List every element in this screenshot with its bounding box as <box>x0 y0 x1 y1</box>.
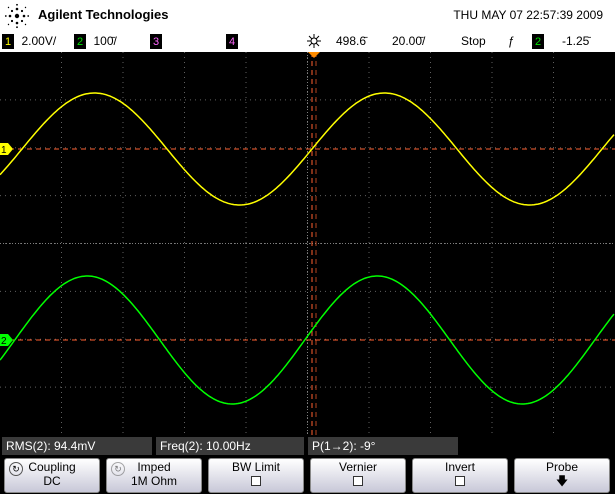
bw-limit-checkbox[interactable] <box>251 476 261 486</box>
ch4-status[interactable]: 4 <box>226 34 239 49</box>
probe-softkey[interactable]: Probe 🡇 <box>514 458 610 493</box>
trigger-position-icon <box>304 32 324 53</box>
bw-limit-softkey[interactable]: BW Limit <box>208 458 304 493</box>
waveform-canvas: 12 <box>0 52 615 435</box>
invert-softkey[interactable]: Invert <box>412 458 508 493</box>
date-time: THU MAY 07 22:57:39 2009 <box>453 8 603 22</box>
ch2-scale: 100̄/ <box>93 34 117 48</box>
impedance-value: 1M Ohm <box>130 474 177 488</box>
ch3-badge: 3 <box>150 34 163 49</box>
brand-name: Agilent Technologies <box>38 7 169 22</box>
time-scale[interactable]: 20.00̄/ <box>392 34 425 48</box>
status-bar: 1 2.00V/ 2 100̄/ 3 4 498.6̄ 20.00̄/ Stop… <box>0 32 615 52</box>
ch2-status[interactable]: 2 100̄/ <box>74 34 117 49</box>
vernier-softkey[interactable]: Vernier <box>310 458 406 493</box>
ch1-status[interactable]: 1 2.00V/ <box>2 34 56 49</box>
softkey-bar: ↻ Coupling DC ↻ Imped 1M Ohm BW Limit Ve… <box>0 457 615 494</box>
phase-measurement: P(1→2): -9° <box>308 437 458 455</box>
submenu-arrow-icon: 🡇 <box>555 474 569 488</box>
run-state[interactable]: Stop <box>461 34 486 48</box>
vernier-label: Vernier <box>338 460 378 474</box>
time-position[interactable]: 498.6̄ <box>336 34 366 48</box>
rotate-knob-icon: ↻ <box>111 462 125 476</box>
probe-label: Probe <box>545 460 579 474</box>
freq-measurement: Freq(2): 10.00Hz <box>156 437 304 455</box>
coupling-softkey[interactable]: ↻ Coupling DC <box>4 458 100 493</box>
invert-label: Invert <box>444 460 475 474</box>
coupling-value: DC <box>43 474 61 488</box>
ch1-ground-marker-label: 1 <box>1 145 7 156</box>
trigger-channel-badge: 2 <box>532 34 545 49</box>
trigger-slope-icon: ƒ <box>508 34 515 48</box>
bw-limit-label: BW Limit <box>232 460 280 474</box>
title-bar: Agilent Technologies THU MAY 07 22:57:39… <box>0 0 615 32</box>
impedance-softkey[interactable]: ↻ Imped 1M Ohm <box>106 458 202 493</box>
ch1-badge: 1 <box>2 34 15 49</box>
vernier-checkbox[interactable] <box>353 476 363 486</box>
rotate-knob-icon: ↻ <box>9 462 23 476</box>
ch3-status[interactable]: 3 <box>150 34 163 49</box>
rms-measurement: RMS(2): 94.4mV <box>2 437 152 455</box>
trigger-level[interactable]: -1.25̄ <box>562 34 589 48</box>
waveform-display[interactable]: 12 <box>0 52 615 435</box>
invert-checkbox[interactable] <box>455 476 465 486</box>
ch1-scale: 2.00V/ <box>21 34 57 48</box>
agilent-spark-logo-icon <box>4 3 30 29</box>
ch4-badge: 4 <box>226 34 239 49</box>
ch2-ground-marker-label: 2 <box>1 336 7 347</box>
ch2-badge: 2 <box>74 34 87 49</box>
trigger-position-marker <box>308 52 320 58</box>
trigger-source[interactable]: 2 <box>532 34 545 49</box>
